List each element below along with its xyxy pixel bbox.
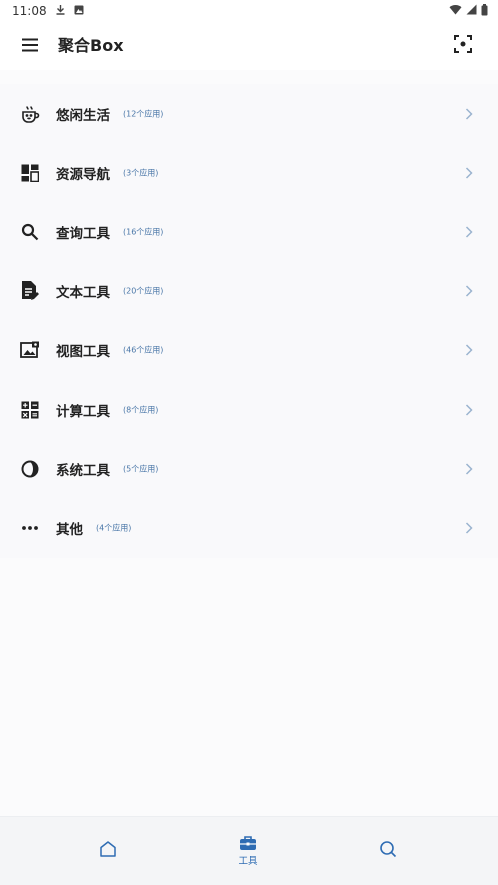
category-item-other[interactable]: 其他 (4个应用) xyxy=(0,498,498,557)
search-icon xyxy=(19,221,41,243)
category-count: (8个应用) xyxy=(123,405,159,415)
category-item-system-tools[interactable]: 系统工具 (5个应用) xyxy=(0,439,498,498)
category-count: (5个应用) xyxy=(123,464,159,474)
category-label: 其他 xyxy=(56,521,83,538)
hamburger-menu-icon xyxy=(21,37,39,56)
chevron-right-icon xyxy=(463,166,475,180)
wifi-icon xyxy=(449,4,462,18)
category-item-text-tools[interactable]: 文本工具 (20个应用) xyxy=(0,262,498,321)
contrast-circle-icon xyxy=(19,458,41,480)
dashboard-grid-icon xyxy=(19,162,41,184)
category-label: 计算工具 xyxy=(56,403,110,420)
notification-image-icon xyxy=(74,4,84,18)
chevron-right-icon xyxy=(463,343,475,357)
search-icon xyxy=(376,837,400,861)
category-count: (20个应用) xyxy=(123,286,164,296)
more-dots-icon xyxy=(19,517,41,539)
category-label: 悠闲生活 xyxy=(56,107,110,124)
category-item-leisure-life[interactable]: 悠闲生活 (12个应用) xyxy=(0,84,498,143)
app-bar: 聚合Box xyxy=(0,22,498,70)
home-icon xyxy=(96,837,120,861)
category-label: 资源导航 xyxy=(56,166,110,183)
category-label: 文本工具 xyxy=(56,285,110,302)
category-label: 系统工具 xyxy=(56,462,110,479)
chevron-right-icon xyxy=(463,403,475,417)
chevron-right-icon xyxy=(463,462,475,476)
category-count: (46个应用) xyxy=(123,345,164,355)
category-list: 悠闲生活 (12个应用) 资源导航 (3个应用) 查询工具 (16个应用) 文本… xyxy=(0,84,498,558)
category-count: (3个应用) xyxy=(123,168,159,178)
page-title: 聚合Box xyxy=(58,36,124,55)
nav-search[interactable] xyxy=(358,817,418,885)
category-item-query-tools[interactable]: 查询工具 (16个应用) xyxy=(0,202,498,261)
signal-icon xyxy=(466,4,477,18)
calculator-icon xyxy=(19,399,41,421)
chevron-right-icon xyxy=(463,284,475,298)
nav-home[interactable] xyxy=(78,817,138,885)
document-edit-icon xyxy=(19,280,41,302)
chevron-right-icon xyxy=(463,107,475,121)
nav-tools[interactable]: 工具 xyxy=(218,817,278,885)
category-label: 查询工具 xyxy=(56,225,110,242)
chevron-right-icon xyxy=(463,225,475,239)
image-icon xyxy=(19,339,41,361)
coffee-cup-face-icon xyxy=(19,103,41,125)
category-item-resource-navigation[interactable]: 资源导航 (3个应用) xyxy=(0,143,498,202)
download-icon xyxy=(55,4,66,18)
chevron-right-icon xyxy=(463,521,475,535)
category-count: (16个应用) xyxy=(123,227,164,237)
menu-button[interactable] xyxy=(18,34,42,58)
category-item-view-tools[interactable]: 视图工具 (46个应用) xyxy=(0,321,498,380)
category-count: (12个应用) xyxy=(123,109,164,119)
status-bar: 11:08 xyxy=(0,0,498,22)
scan-icon xyxy=(454,35,472,57)
nav-tools-label: 工具 xyxy=(238,856,258,867)
status-time: 11:08 xyxy=(12,4,47,18)
category-item-calculation-tools[interactable]: 计算工具 (8个应用) xyxy=(0,380,498,439)
scan-button[interactable] xyxy=(451,34,475,58)
category-label: 视图工具 xyxy=(56,344,110,361)
battery-icon xyxy=(481,3,488,19)
bottom-navigation: 工具 xyxy=(0,816,498,885)
category-count: (4个应用) xyxy=(96,523,132,533)
toolbox-icon xyxy=(236,831,260,855)
